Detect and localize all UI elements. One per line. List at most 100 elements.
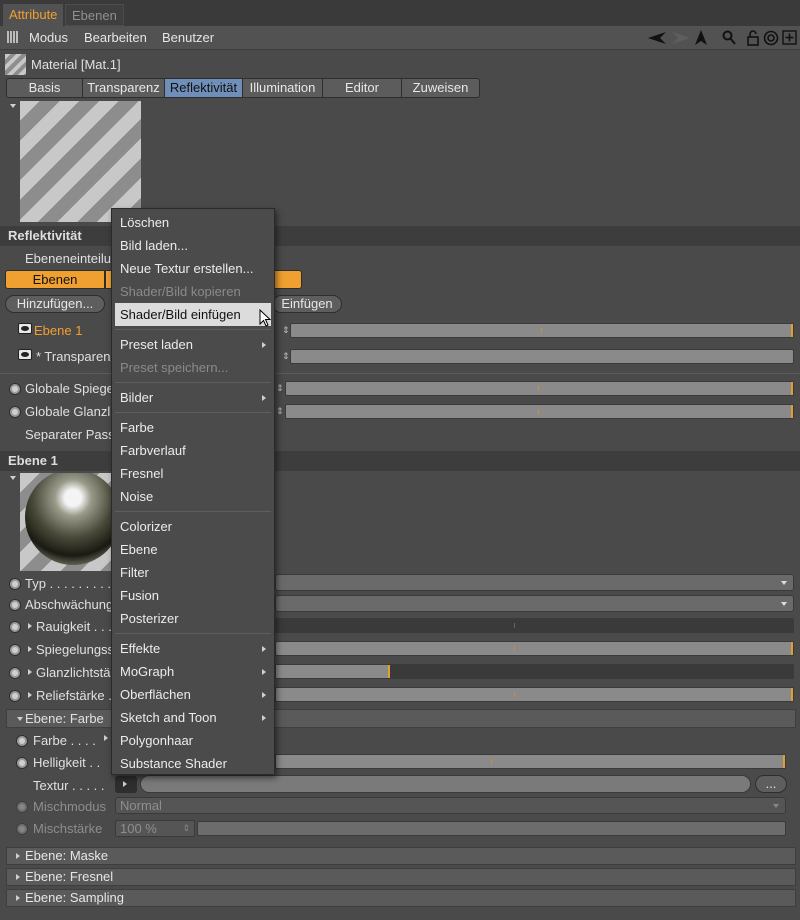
stepper-icon[interactable]: ⇕ [282,351,290,362]
menu-item-löschen[interactable]: Löschen [112,211,274,234]
tab-illumination[interactable]: Illumination [243,78,323,98]
tab-attribute[interactable]: Attribute [3,4,64,26]
stepper-icon[interactable]: ⇕ [276,406,284,417]
radio-glanzlicht[interactable] [9,667,21,679]
menu-item-bild-laden[interactable]: Bild laden... [112,234,274,257]
menu-item-oberflächen[interactable]: Oberflächen [112,683,274,706]
section-ebene-sampling[interactable]: Ebene: Sampling [6,889,796,907]
collapse-preview-icon[interactable] [10,104,16,108]
mischstaerke-input[interactable]: 100 % ⇕ [115,820,195,837]
radio-globale-glanz[interactable] [9,406,21,418]
menu-item-preset-laden[interactable]: Preset laden [112,333,274,356]
relief-slider[interactable] [275,687,794,702]
eye-icon[interactable] [18,349,32,360]
menu-item-effekte[interactable]: Effekte [112,637,274,660]
radio-mischstaerke[interactable] [16,823,28,835]
radio-relief[interactable] [9,690,21,702]
paste-layer-button[interactable]: Einfügen [272,295,342,313]
menu-benutzer[interactable]: Benutzer [162,30,214,45]
mischmodus-value: Normal [120,798,162,813]
menu-item-filter[interactable]: Filter [112,561,274,584]
radio-rauigkeit[interactable] [9,621,21,633]
menu-item-bilder[interactable]: Bilder [112,386,274,409]
tab-editor[interactable]: Editor [323,78,402,98]
expand-icon[interactable] [28,669,32,675]
menu-item-farbe[interactable]: Farbe [112,416,274,439]
tab-reflektivitaet[interactable]: Reflektivität [165,78,243,98]
collapse-icon[interactable] [17,717,23,721]
tab-ebenen[interactable]: Ebenen [65,4,124,26]
radio-helligkeit[interactable] [16,757,28,769]
menu-item-posterizer[interactable]: Posterizer [112,607,274,630]
layer-1-slider[interactable] [290,323,794,338]
separater-pass-label: Separater Pass [25,427,115,442]
radio-globale-spiegel[interactable] [9,383,21,395]
menu-item-noise[interactable]: Noise [112,485,274,508]
submenu-arrow-icon [262,646,266,652]
search-icon[interactable] [722,30,736,46]
cursor-icon[interactable] [694,29,708,47]
add-icon[interactable] [782,30,797,45]
section-ebene-fresnel[interactable]: Ebene: Fresnel [6,868,796,886]
menu-item-preset-speichern[interactable]: Preset speichern... [112,356,274,379]
stepper-icon[interactable]: ⇕ [276,383,284,394]
tab-transparenz[interactable]: Transparenz [83,78,165,98]
expand-icon[interactable] [28,646,32,652]
eye-icon[interactable] [18,323,32,334]
menu-item-mograph[interactable]: MoGraph [112,660,274,683]
grip-icon[interactable] [7,31,19,43]
menu-item-ebene[interactable]: Ebene [112,538,274,561]
collapse-preview-icon[interactable] [10,476,16,480]
abschwaechung-dropdown[interactable] [275,595,794,612]
menu-bearbeiten[interactable]: Bearbeiten [84,30,147,45]
radio-spiegelung[interactable] [9,644,21,656]
expand-icon[interactable] [28,623,32,629]
lock-icon[interactable] [746,29,760,47]
menu-item-fresnel[interactable]: Fresnel [112,462,274,485]
globale-glanz-slider[interactable] [285,404,794,419]
menu-item-shader-bild-einfügen[interactable]: Shader/Bild einfügen [115,303,271,326]
section-ebene-maske[interactable]: Ebene: Maske [6,847,796,865]
textur-field[interactable] [140,775,751,793]
tab-basis[interactable]: Basis [6,78,83,98]
layer-ebene-1[interactable]: Ebene 1 [34,323,82,338]
textur-arrow-button[interactable] [115,776,137,793]
radio-farbe[interactable] [16,735,28,747]
menu-item-farbverlauf[interactable]: Farbverlauf [112,439,274,462]
arrow-forward-icon[interactable] [670,31,690,45]
spiegelung-slider[interactable] [275,641,794,656]
menu-item-colorizer[interactable]: Colorizer [112,515,274,538]
mischmodus-dropdown[interactable]: Normal [115,797,786,814]
section-ebene-sampling-label: Ebene: Sampling [25,890,125,905]
globale-spiegel-slider[interactable] [285,381,794,396]
menu-item-shader-bild-kopieren[interactable]: Shader/Bild kopieren [112,280,274,303]
arrow-back-icon[interactable] [648,31,668,45]
add-layer-button[interactable]: Hinzufügen... [5,295,105,313]
ebenen-tab[interactable]: Ebenen [5,270,105,289]
textur-browse-button[interactable]: ... [755,775,787,793]
stepper-icon[interactable]: ⇕ [182,823,190,834]
typ-dropdown[interactable] [275,574,794,591]
menu-separator [115,329,271,330]
menu-item-sketch-and-toon[interactable]: Sketch and Toon [112,706,274,729]
tab-zuweisen[interactable]: Zuweisen [402,78,480,98]
mischstaerke-slider[interactable] [197,821,786,836]
menu-item-polygonhaar[interactable]: Polygonhaar [112,729,274,752]
menu-item-substance-shader[interactable]: Substance Shader [112,752,274,775]
target-icon[interactable] [763,30,779,46]
helligkeit-slider[interactable] [275,754,786,769]
radio-abschwaechung[interactable] [9,599,21,611]
expand-icon[interactable] [28,692,32,698]
layer-transparenz[interactable]: * Transparenz [36,349,117,364]
menu-modus[interactable]: Modus [29,30,68,45]
menu-item-neue-textur-erstellen[interactable]: Neue Textur erstellen... [112,257,274,280]
rauigkeit-label: Rauigkeit . . . [36,619,112,634]
glanzlicht-slider[interactable] [275,664,794,679]
radio-typ[interactable] [9,578,21,590]
expand-icon[interactable] [104,735,108,741]
stepper-icon[interactable]: ⇕ [282,325,290,336]
menu-item-fusion[interactable]: Fusion [112,584,274,607]
rauigkeit-slider[interactable] [275,618,794,633]
layer-2-slider[interactable] [290,349,794,364]
radio-mischmodus[interactable] [16,801,28,813]
